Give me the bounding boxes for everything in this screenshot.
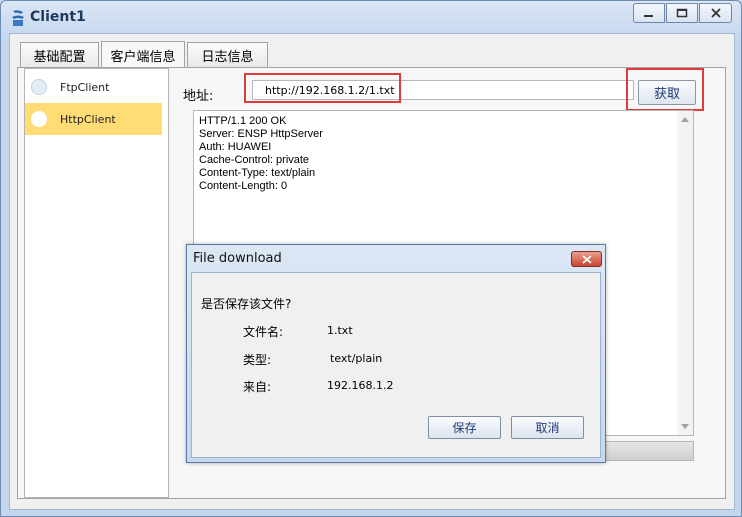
close-icon — [710, 8, 721, 18]
response-text: HTTP/1.1 200 OK Server: ENSP HttpServer … — [199, 115, 323, 192]
dialog-body: 是否保存该文件? 文件名: 1.txt 类型: text/plain 来自: 1… — [191, 272, 601, 458]
httpclient-icon — [31, 111, 47, 127]
response-scrollbar[interactable] — [677, 111, 693, 435]
type-label: 类型: — [243, 353, 272, 367]
dialog-close-button[interactable] — [571, 251, 602, 267]
minimize-button[interactable] — [633, 3, 665, 23]
sidebar-item-ftpclient[interactable]: FtpClient — [25, 71, 162, 103]
scroll-up-icon[interactable] — [681, 117, 689, 122]
sidebar-item-label: HttpClient — [60, 112, 116, 126]
close-icon — [581, 254, 592, 264]
dialog-title: File download — [193, 251, 282, 266]
minimize-icon — [644, 15, 653, 17]
address-label: 地址: — [183, 89, 214, 104]
maximize-button[interactable] — [666, 3, 698, 23]
get-button-highlight-box — [626, 68, 704, 111]
tab-client-info[interactable]: 客户端信息 — [101, 41, 185, 68]
client1-window: Client1 基础配置 客户端信息 日志信息 FtpClient HttpCl… — [0, 0, 742, 517]
filename-label: 文件名: — [243, 325, 284, 339]
file-download-dialog: File download 是否保存该文件? 文件名: 1.txt 类型: te… — [186, 244, 606, 463]
sidebar-item-label: FtpClient — [60, 80, 110, 94]
close-button[interactable] — [699, 3, 732, 23]
ftpclient-icon — [31, 79, 47, 95]
type-value: text/plain — [330, 352, 383, 365]
from-label: 来自: — [243, 380, 272, 394]
maximize-icon — [676, 8, 688, 18]
address-highlight-box — [244, 73, 401, 103]
tab-basic-config[interactable]: 基础配置 — [20, 42, 99, 67]
title-bar[interactable]: Client1 — [1, 1, 741, 33]
scroll-down-icon[interactable] — [681, 424, 689, 429]
window-title: Client1 — [30, 9, 86, 25]
app-icon — [12, 10, 24, 26]
sidebar-item-httpclient[interactable]: HttpClient — [25, 103, 162, 135]
client-type-list: FtpClient HttpClient — [24, 68, 169, 498]
from-value: 192.168.1.2 — [327, 379, 394, 392]
cancel-button[interactable]: 取消 — [511, 416, 584, 439]
tab-log-info[interactable]: 日志信息 — [187, 42, 268, 67]
filename-value: 1.txt — [327, 324, 353, 337]
save-question: 是否保存该文件? — [201, 297, 292, 311]
save-button[interactable]: 保存 — [428, 416, 501, 439]
